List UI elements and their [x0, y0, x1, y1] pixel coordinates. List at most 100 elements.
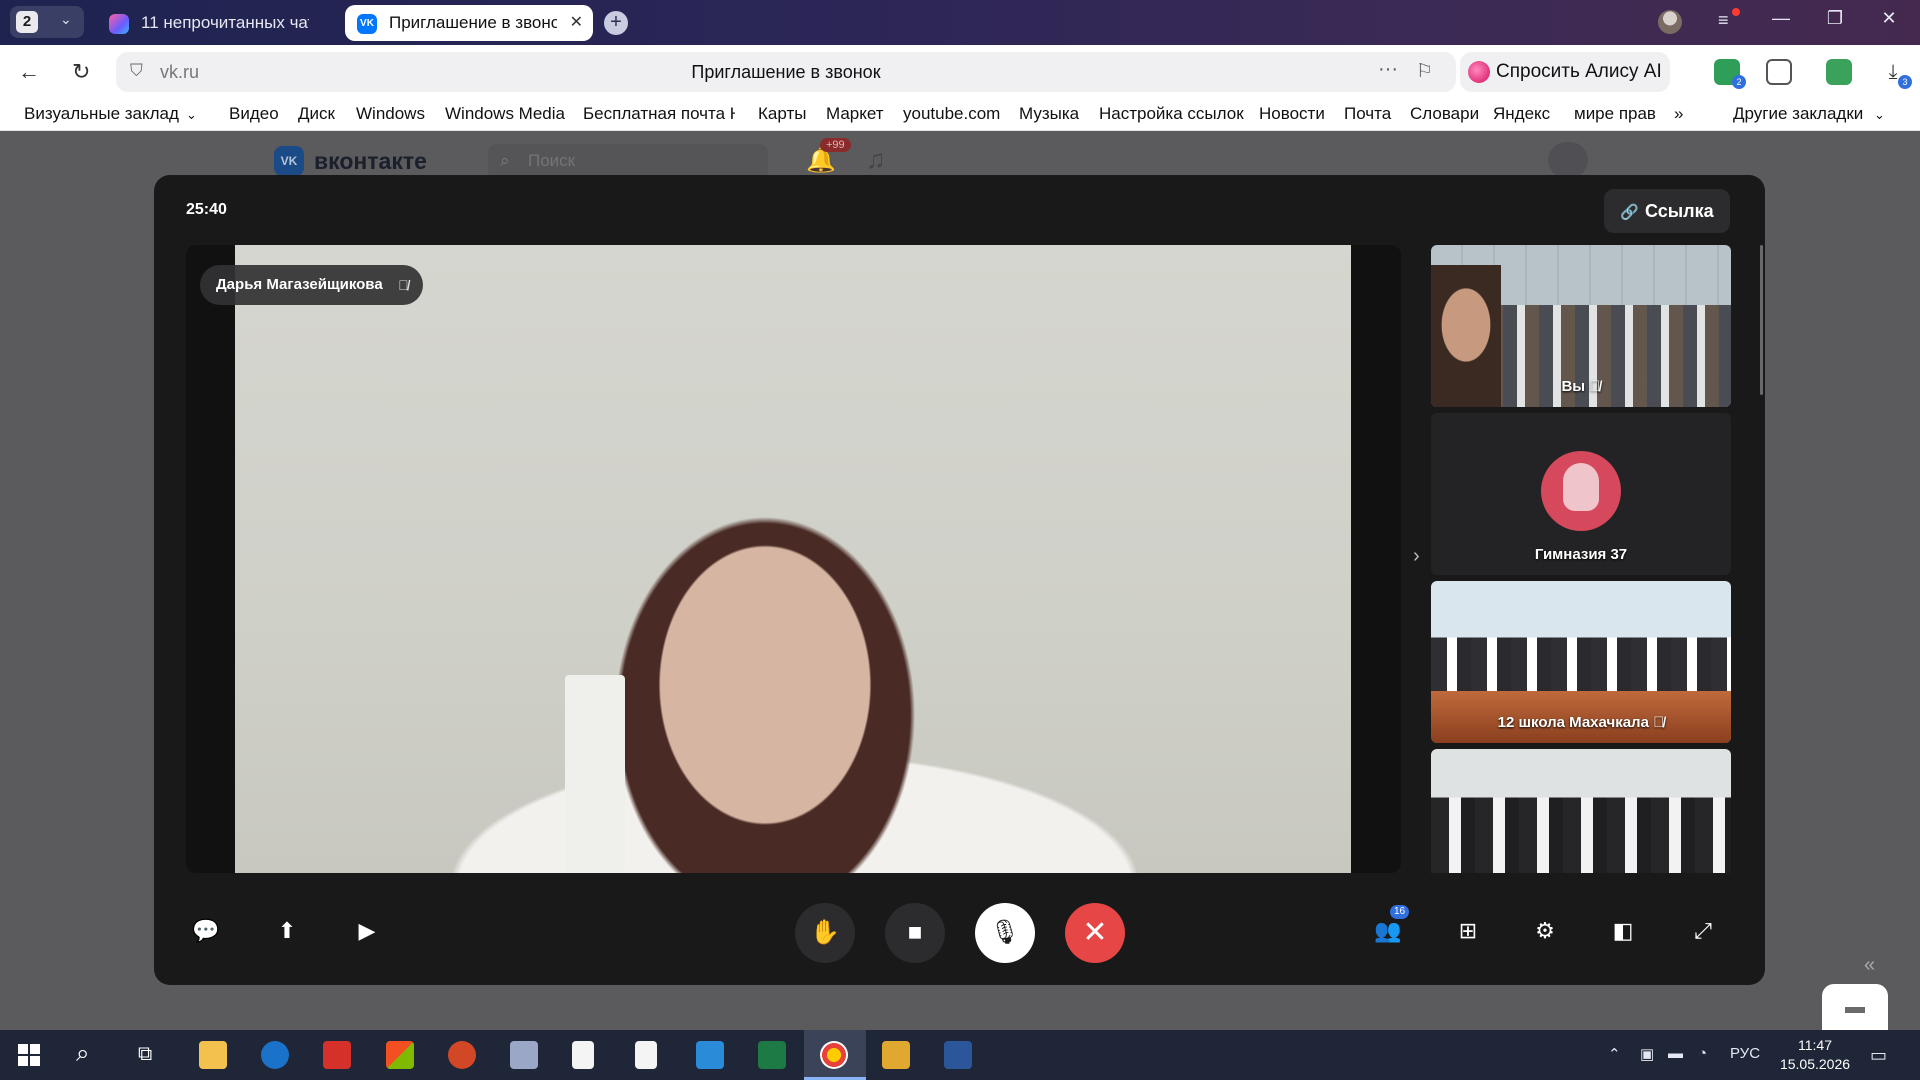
- bookmark-windows[interactable]: Windows: [356, 104, 425, 124]
- back-arrow-icon[interactable]: ←: [18, 59, 40, 85]
- bookmark-music[interactable]: Музыка: [1019, 104, 1079, 124]
- meet-icon[interactable]: ▣: [1640, 1045, 1654, 1063]
- camera-button[interactable]: ■: [885, 903, 945, 963]
- bookmark-yandex[interactable]: Яндекс: [1493, 104, 1550, 124]
- address-bar[interactable]: ⛉ vk.ru Приглашение в звонок ··· ⚐: [116, 52, 1456, 92]
- task-view-icon[interactable]: ⧉: [138, 1043, 152, 1066]
- bell-icon[interactable]: 🔔 +99: [806, 138, 851, 175]
- profile-avatar[interactable]: [1658, 10, 1682, 34]
- gear-icon[interactable]: ⚙: [1529, 915, 1561, 947]
- more-bookmarks-icon[interactable]: »: [1674, 104, 1683, 124]
- bookmark-icon[interactable]: ⚐: [1416, 60, 1433, 83]
- vk-wordmark[interactable]: вконтакте: [314, 148, 427, 175]
- bookmark-market[interactable]: Маркет: [826, 104, 884, 124]
- participants-icon[interactable]: 👥 16: [1372, 905, 1410, 947]
- vk-profile-avatar[interactable]: [1548, 142, 1588, 178]
- participant-tile-self[interactable]: Вы 🎙̸: [1431, 245, 1731, 407]
- messages-button[interactable]: ▬: [1822, 984, 1888, 1030]
- share-screen-icon[interactable]: ⬆: [271, 915, 303, 947]
- bookmark-mail[interactable]: Почта: [1344, 104, 1391, 124]
- word-icon[interactable]: [944, 1041, 972, 1069]
- clock-time: 11:47: [1798, 1037, 1832, 1053]
- document-icon[interactable]: [572, 1041, 594, 1069]
- game-app-icon[interactable]: [882, 1041, 910, 1069]
- search-icon[interactable]: ⌕: [76, 1040, 89, 1068]
- network-app-icon[interactable]: [510, 1041, 538, 1069]
- wifi-icon[interactable]: ◔: [1698, 1045, 1707, 1062]
- grid-view-icon[interactable]: ⊞: [1452, 915, 1484, 947]
- chevron-right-icon[interactable]: ›: [1413, 545, 1420, 568]
- ask-alice-button[interactable]: Спросить Алису AI: [1460, 52, 1670, 92]
- chevron-down-icon[interactable]: ⌄: [186, 107, 197, 123]
- participant-name: Вы: [1561, 378, 1586, 395]
- bookmark-link-settings[interactable]: Настройка ссылок: [1099, 104, 1244, 124]
- chevron-up-icon[interactable]: ⌃: [1608, 1045, 1621, 1063]
- music-icon[interactable]: ♫: [866, 144, 886, 175]
- battery-icon[interactable]: ▬: [1668, 1045, 1683, 1062]
- microphone-button[interactable]: 🎙: [975, 903, 1035, 963]
- extension-shield-icon[interactable]: 2: [1714, 59, 1746, 89]
- participant-tile[interactable]: [1431, 749, 1731, 873]
- tab-chats[interactable]: 11 непрочитанных чатов: [97, 5, 337, 41]
- speaker-name-tag: Дарья Магазейщикова 🎙̸: [200, 265, 423, 305]
- record-icon[interactable]: ▶: [351, 915, 383, 947]
- video-call-window: 25:40 🔗 Ссылка Дарья Магазейщикова 🎙̸ › В…: [154, 175, 1765, 985]
- bookmark-dictionaries[interactable]: Словари: [1410, 104, 1479, 124]
- bookmark-video[interactable]: Видео: [229, 104, 279, 124]
- yandex-browser-icon[interactable]: [820, 1041, 848, 1069]
- chat-icon[interactable]: 💬: [190, 915, 222, 947]
- new-tab-button[interactable]: +: [604, 11, 628, 35]
- bookmark-youtube[interactable]: youtube.com: [903, 104, 1000, 124]
- main-speaker-video[interactable]: Дарья Магазейщикова 🎙̸: [186, 245, 1401, 873]
- powerpoint-icon[interactable]: [448, 1041, 476, 1069]
- restore-button[interactable]: ❐: [1820, 8, 1850, 29]
- browser-menu-button[interactable]: ≡: [1718, 8, 1740, 31]
- bookmark-disk[interactable]: Диск: [298, 104, 335, 124]
- close-window-button[interactable]: ✕: [1874, 8, 1904, 29]
- speaker-name: Дарья Магазейщикова: [216, 276, 383, 293]
- vk-logo[interactable]: VK: [274, 146, 304, 176]
- copy-link-button[interactable]: 🔗 Ссылка: [1604, 189, 1730, 233]
- input-language[interactable]: РУС: [1730, 1045, 1760, 1062]
- fullscreen-icon[interactable]: ⤢: [1687, 915, 1719, 947]
- outlook-icon[interactable]: [261, 1041, 289, 1069]
- bookmark-free-mail[interactable]: Бесплатная почта Н: [583, 104, 735, 124]
- document-icon[interactable]: [635, 1041, 657, 1069]
- minimize-button[interactable]: —: [1766, 8, 1796, 29]
- more-dots-icon[interactable]: ···: [1378, 58, 1398, 81]
- bookmark-visual[interactable]: Визуальные заклад: [24, 104, 184, 124]
- notification-center-icon[interactable]: ▭: [1870, 1045, 1887, 1066]
- bookmark-news[interactable]: Новости: [1259, 104, 1325, 124]
- tab-call-invite[interactable]: VK Приглашение в звонок ✕: [345, 5, 593, 41]
- participants-scrollbar[interactable]: [1760, 245, 1763, 395]
- participant-name: Гимназия 37: [1534, 546, 1628, 563]
- file-explorer-icon[interactable]: [199, 1041, 227, 1069]
- store-icon[interactable]: [386, 1041, 414, 1069]
- participant-tile[interactable]: Гимназия 37: [1431, 413, 1731, 575]
- end-call-button[interactable]: ✕: [1065, 903, 1125, 963]
- collapse-chevron-icon[interactable]: «: [1864, 954, 1875, 977]
- vk-search-input[interactable]: ⌕ Поиск: [488, 144, 768, 178]
- tab-group-button[interactable]: 2 ⌄: [10, 6, 84, 38]
- extension-verified-icon[interactable]: [1826, 59, 1852, 85]
- bookmark-maps[interactable]: Карты: [758, 104, 806, 124]
- copy-link-label: Ссылка: [1645, 201, 1714, 221]
- layout-icon[interactable]: ◧: [1607, 915, 1639, 947]
- downloads-badge: 3: [1898, 75, 1912, 89]
- downloads-icon[interactable]: ⤓ 3: [1880, 59, 1912, 89]
- reload-icon[interactable]: ↻: [72, 59, 90, 85]
- chevron-down-icon[interactable]: ⌄: [1874, 107, 1885, 123]
- close-icon: ✕: [1082, 916, 1108, 949]
- raise-hand-button[interactable]: ✋: [795, 903, 855, 963]
- other-bookmarks[interactable]: Другие закладки: [1733, 104, 1863, 124]
- bookmark-windows-media[interactable]: Windows Media: [445, 104, 565, 124]
- close-tab-icon[interactable]: ✕: [570, 5, 583, 41]
- bookmark-world-of-rights[interactable]: мире прав: [1574, 104, 1656, 124]
- system-clock[interactable]: 11:47 15.05.2026: [1760, 1036, 1870, 1074]
- acrobat-icon[interactable]: [323, 1041, 351, 1069]
- collections-icon[interactable]: [1766, 59, 1792, 85]
- participant-tile[interactable]: 12 школа Махачкала 🎙̸: [1431, 581, 1731, 743]
- excel-icon[interactable]: [758, 1041, 786, 1069]
- windows-start-icon[interactable]: [18, 1044, 40, 1066]
- vpn-icon[interactable]: [696, 1041, 724, 1069]
